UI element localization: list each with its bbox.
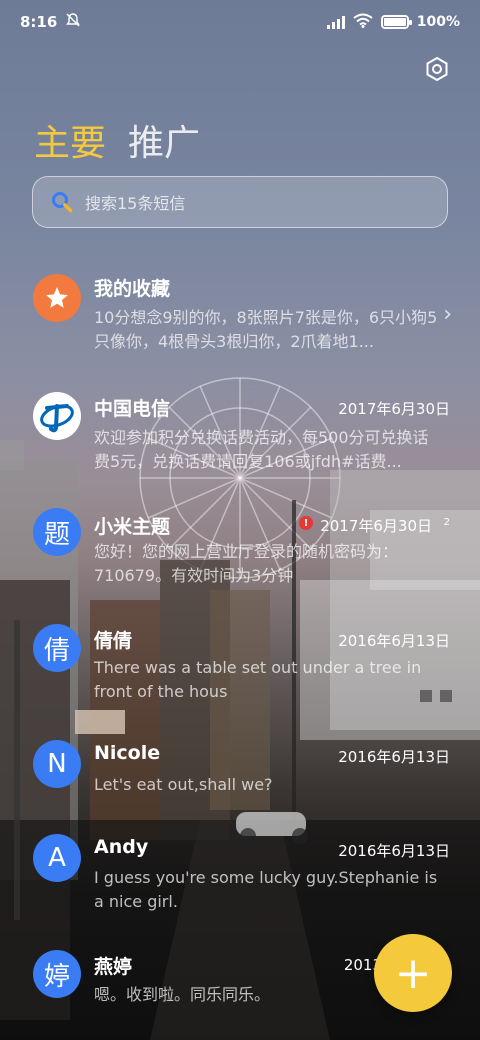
status-bar: 8:16 100% — [0, 0, 480, 44]
message-preview: 您好！您的网上营业厅登录的随机密码为：710679。有效时间为3分钟 — [94, 542, 399, 585]
message-date: 2016年6月13日 — [338, 748, 450, 766]
china-telecom-logo-icon — [33, 392, 81, 440]
contact-name: 燕婷 — [94, 956, 133, 978]
search-icon — [52, 192, 73, 213]
battery-icon — [380, 15, 412, 29]
message-preview: Let's eat out,shall we? — [94, 775, 273, 794]
message-preview: 欢迎参加积分兑换话费活动，每500分可兑换话费5元，兑换话费请回复106或jfd… — [94, 428, 429, 471]
contact-name: 倩倩 — [94, 630, 133, 652]
settings-gear-icon[interactable] — [424, 56, 450, 82]
contact-avatar: 题 — [33, 508, 81, 556]
message-preview: There was a table set out under a tree i… — [94, 658, 422, 701]
star-avatar-icon — [33, 274, 81, 322]
sim-count-badge: 2 — [443, 517, 450, 528]
contact-avatar: A — [33, 834, 81, 882]
status-time: 8:16 — [20, 13, 58, 31]
category-tabs: 主要 推广 — [34, 114, 200, 166]
contact-name: Nicole — [94, 742, 161, 764]
conversation-row-favorites[interactable]: 我的收藏 10分想念9别的你，8张照片7张是你，6只小狗5只像你，4根骨头3根归… — [0, 262, 480, 362]
tab-main[interactable]: 主要 — [34, 114, 106, 166]
contact-avatar: 婷 — [33, 950, 81, 998]
mute-bell-icon — [65, 12, 81, 32]
contact-name: 我的收藏 — [94, 278, 171, 300]
wifi-icon — [353, 13, 373, 32]
battery-percent: 100% — [416, 14, 460, 30]
contact-avatar: 倩 — [33, 624, 81, 672]
conversation-row-andy[interactable]: A Andy 2016年6月13日 I guess you're some lu… — [0, 834, 480, 918]
message-date: 2017年6月30日 — [338, 400, 450, 418]
contact-avatar: N — [33, 740, 81, 788]
contact-name: Andy — [94, 836, 149, 858]
signal-icon — [326, 15, 345, 29]
plus-icon: + — [394, 947, 432, 999]
contact-name: 中国电信 — [94, 398, 171, 420]
conversation-row-qianqian[interactable]: 倩 倩倩 2016年6月13日 There was a table set ou… — [0, 624, 480, 708]
message-preview: I guess you're some lucky guy.Stephanie … — [94, 868, 438, 911]
conversation-row-xiaomi-theme[interactable]: 题 小米主题 ! 2017年6月30日 2 您好！您的网上营业厅登录的随机密码为… — [0, 508, 480, 588]
search-input[interactable]: 搜索15条短信 — [32, 176, 448, 228]
message-date: 2016年6月13日 — [338, 632, 450, 650]
conversation-row-nicole[interactable]: N Nicole 2016年6月13日 Let's eat out,shall … — [0, 740, 480, 800]
new-message-button[interactable]: + — [374, 934, 452, 1012]
search-placeholder: 搜索15条短信 — [85, 194, 186, 213]
message-date: 2017年6月30日 — [320, 517, 432, 535]
error-alert-icon: ! — [299, 516, 313, 530]
tab-promotions[interactable]: 推广 — [128, 114, 200, 166]
conversation-row-china-telecom[interactable]: 中国电信 2017年6月30日 欢迎参加积分兑换话费活动，每500分可兑换话费5… — [0, 390, 480, 480]
message-date: 2016年6月13日 — [338, 842, 450, 860]
message-preview: 10分想念9别的你，8张照片7张是你，6只小狗5只像你，4根骨头3根归你，2爪着… — [94, 308, 438, 351]
contact-name: 小米主题 — [94, 516, 171, 538]
chevron-right-icon: › — [443, 302, 452, 327]
